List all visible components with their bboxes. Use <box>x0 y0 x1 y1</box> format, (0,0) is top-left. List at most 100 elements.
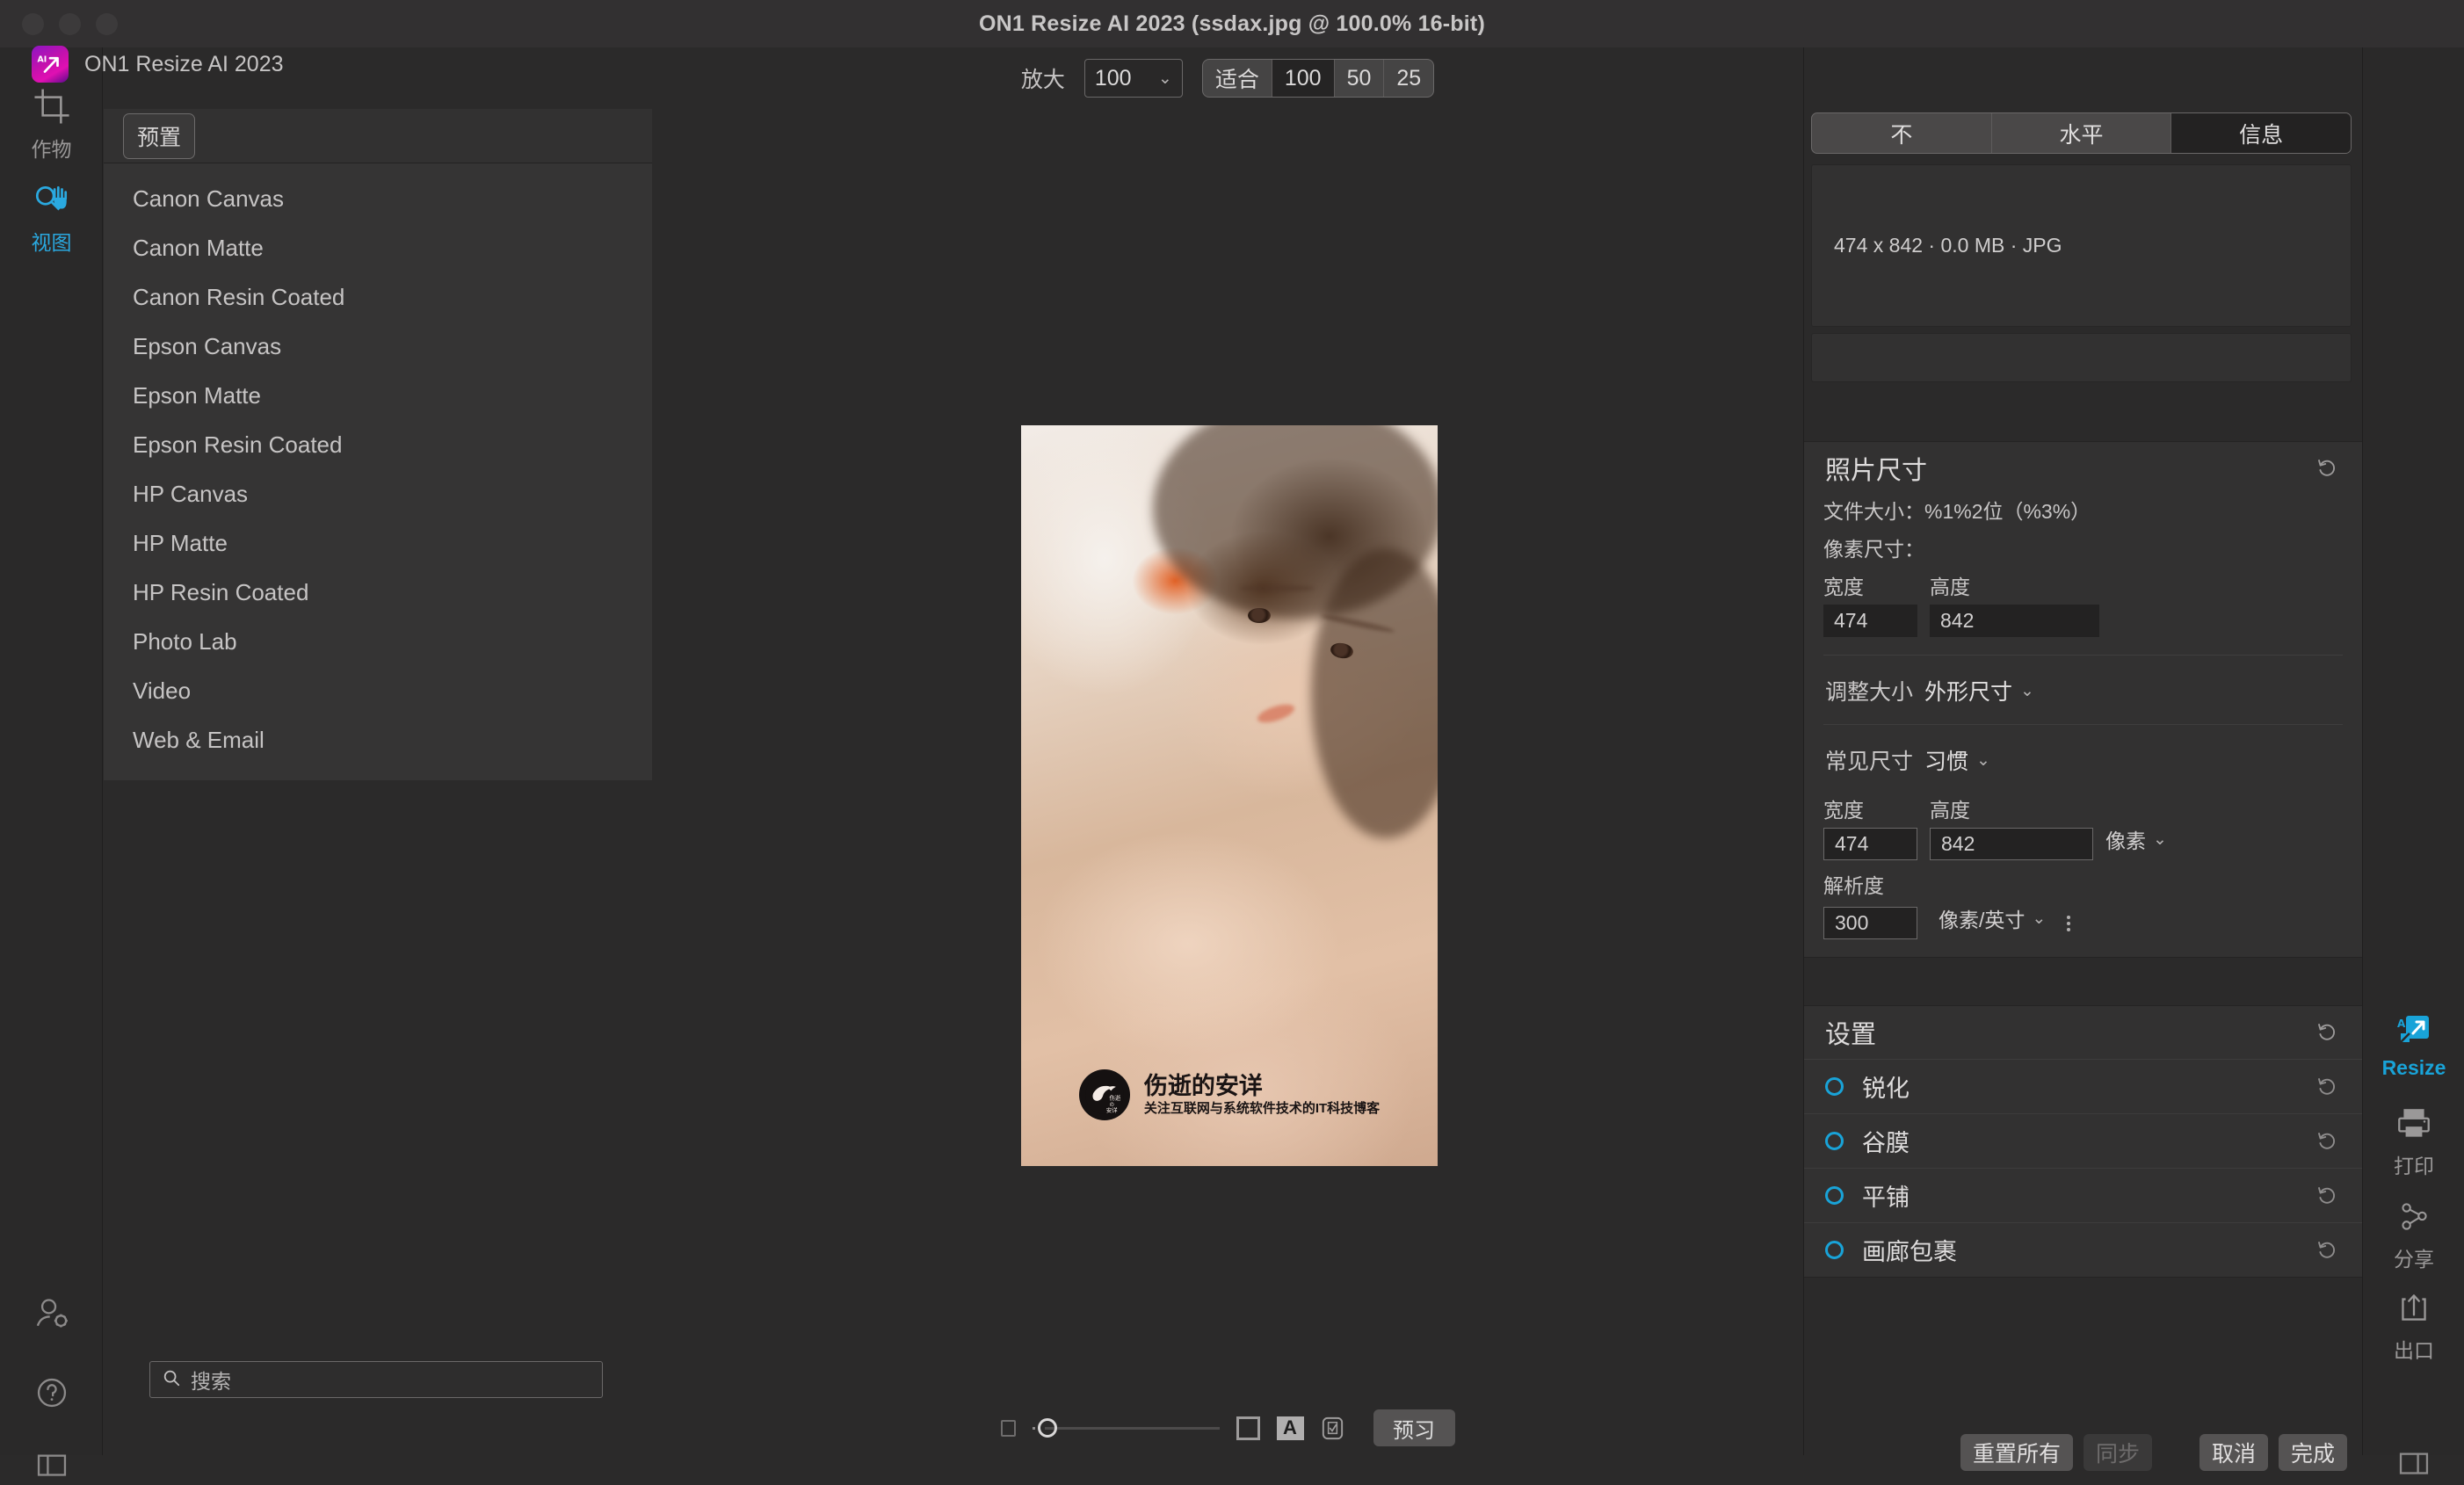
panel-tabs: 不 水平 信息 <box>1811 112 2352 154</box>
setting-label-sharpen: 锐化 <box>1862 1076 1910 1102</box>
zoom-fit-button[interactable]: 适合 <box>1203 60 1272 97</box>
help-button[interactable] <box>0 1373 103 1413</box>
setting-row-film-grain[interactable]: 谷膜 <box>1804 1113 2362 1168</box>
opacity-slider[interactable] <box>1031 1417 1220 1438</box>
resolution-input[interactable]: 300 <box>1823 907 1917 939</box>
output-width-label: 宽度 <box>1823 799 1864 822</box>
revert-icon[interactable] <box>2316 1130 2339 1153</box>
small-square-icon[interactable] <box>1000 1419 1016 1437</box>
sidebar-item-crop-label: 作物 <box>31 138 72 161</box>
app-logo-icon: AI <box>32 46 69 83</box>
user-settings-button[interactable] <box>0 1293 103 1334</box>
resize-mode-value: 外形尺寸 <box>1924 680 2013 705</box>
common-size-select[interactable]: 习惯 ⌄ <box>1924 744 1990 776</box>
sidebar-item-view-label: 视图 <box>31 231 72 254</box>
module-share[interactable]: 分享 <box>2363 1197 2464 1272</box>
tab-none[interactable]: 不 <box>1812 113 1992 153</box>
svg-text:安详: 安详 <box>1106 1105 1118 1113</box>
image-canvas[interactable]: 伤逝 の 安详 伤逝的安详 关注互联网与系统软件技术的IT科技博客 <box>652 109 1803 1401</box>
revert-icon[interactable] <box>2316 1239 2339 1262</box>
list-item[interactable]: Canon Matte <box>104 223 652 272</box>
module-export[interactable]: 出口 <box>2363 1288 2464 1364</box>
output-height-input[interactable]: 842 <box>1930 828 2093 860</box>
list-item[interactable]: HP Resin Coated <box>104 568 652 617</box>
cancel-button[interactable]: 取消 <box>2199 1434 2269 1471</box>
output-width-input[interactable]: 474 <box>1823 828 1917 860</box>
list-item[interactable]: Video <box>104 666 652 715</box>
help-icon <box>32 1373 72 1413</box>
svg-text:伤逝: 伤逝 <box>1109 1094 1120 1102</box>
settings-section: 设置 锐化 谷膜 平铺 画廊包裹 <box>1804 1005 2362 1278</box>
pixel-height-input[interactable]: 842 <box>1930 605 2099 637</box>
photo-size-title: 照片尺寸 <box>1825 457 1928 485</box>
list-item[interactable]: Epson Matte <box>104 371 652 420</box>
list-item[interactable]: Canon Canvas <box>104 174 652 223</box>
checkmark-doc-button[interactable] <box>1319 1415 1346 1442</box>
module-print[interactable]: 打印 <box>2363 1104 2464 1179</box>
toggle-icon[interactable] <box>1825 1241 1844 1259</box>
sync-button[interactable]: 同步 <box>2084 1434 2153 1471</box>
zoom-select[interactable]: 100 ⌄ <box>1083 59 1183 98</box>
tab-horizontal[interactable]: 水平 <box>1992 113 2172 153</box>
slider-tick <box>1032 1426 1035 1430</box>
setting-label-film-grain: 谷膜 <box>1862 1130 1910 1156</box>
presets-button[interactable]: 预置 <box>123 112 196 159</box>
list-item[interactable]: HP Canvas <box>104 469 652 518</box>
zoom-preset-100[interactable]: 100 <box>1272 60 1335 97</box>
resolution-unit-select[interactable]: 像素/英寸 ⌄ <box>1939 903 2046 939</box>
module-resize[interactable]: AI Resize <box>2363 1011 2464 1080</box>
revert-icon[interactable] <box>2316 1184 2339 1207</box>
toggle-icon[interactable] <box>1825 1077 1844 1096</box>
watermark: 伤逝 の 安详 伤逝的安详 关注互联网与系统软件技术的IT科技博客 <box>1021 1069 1438 1120</box>
crop-icon <box>32 86 72 127</box>
reset-all-button[interactable]: 重置所有 <box>1960 1434 2074 1471</box>
module-export-label: 出口 <box>2394 1339 2434 1362</box>
toggle-icon[interactable] <box>1825 1186 1844 1205</box>
list-item[interactable]: Epson Resin Coated <box>104 420 652 469</box>
resize-mode-select[interactable]: 外形尺寸 ⌄ <box>1924 675 2034 706</box>
tab-info[interactable]: 信息 <box>2171 113 2351 153</box>
revert-icon[interactable] <box>2316 1076 2339 1098</box>
photo-preview[interactable]: 伤逝 の 安详 伤逝的安详 关注互联网与系统软件技术的IT科技博客 <box>1021 425 1438 1166</box>
revert-icon[interactable] <box>2316 457 2339 480</box>
panel-footer-buttons: 重置所有 同步 取消 完成 <box>1960 1434 2348 1471</box>
unit-select[interactable]: 像素 ⌄ <box>2105 824 2167 860</box>
search-placeholder: 搜索 <box>191 1370 231 1393</box>
zoom-preset-25[interactable]: 25 <box>1384 60 1433 97</box>
sidebar-item-view[interactable]: 视图 <box>0 179 103 256</box>
list-item[interactable]: Photo Lab <box>104 617 652 666</box>
sidebar-item-crop[interactable]: 作物 <box>0 86 103 163</box>
setting-row-gallery-wrap[interactable]: 画廊包裹 <box>1804 1222 2362 1277</box>
user-settings-icon <box>32 1293 72 1334</box>
list-item[interactable]: Canon Resin Coated <box>104 272 652 322</box>
panel-toggle-button-right[interactable] <box>2363 1443 2464 1483</box>
module-print-label: 打印 <box>2394 1155 2434 1177</box>
resolution-fields: 300 像素/英寸 ⌄ <box>1823 903 2343 939</box>
slider-track[interactable] <box>1044 1426 1220 1430</box>
common-size-label: 常见尺寸 <box>1825 750 1914 774</box>
pixel-size-line: 像素尺寸： <box>1823 538 1924 561</box>
toggle-icon[interactable] <box>1825 1132 1844 1150</box>
pixel-width-input[interactable]: 474 <box>1823 605 1917 637</box>
list-item[interactable]: HP Matte <box>104 518 652 568</box>
canvas-bottom-toolbar: A 预习 <box>652 1401 1803 1455</box>
panel-toggle-icon <box>32 1445 72 1485</box>
zoom-preset-50[interactable]: 50 <box>1335 60 1385 97</box>
revert-icon[interactable] <box>2316 1021 2339 1044</box>
pixel-size-fields: 宽度 474 高度 842 <box>1823 570 2343 637</box>
chevron-down-icon: ⌄ <box>2032 909 2047 928</box>
preview-button[interactable]: 预习 <box>1373 1409 1455 1446</box>
list-item[interactable]: Web & Email <box>104 715 652 764</box>
setting-row-sharpen[interactable]: 锐化 <box>1804 1059 2362 1113</box>
pixel-height-label: 高度 <box>1930 576 1970 598</box>
watermark-text: 伤逝的安详 关注互联网与系统软件技术的IT科技博客 <box>1144 1073 1380 1118</box>
done-button[interactable]: 完成 <box>2279 1434 2348 1471</box>
list-item[interactable]: Epson Canvas <box>104 322 652 371</box>
search-input[interactable]: 搜索 <box>149 1361 603 1398</box>
slider-knob[interactable] <box>1037 1418 1057 1438</box>
square-outline-button[interactable] <box>1235 1415 1262 1442</box>
more-options-icon[interactable] <box>2067 916 2071 931</box>
setting-row-tile[interactable]: 平铺 <box>1804 1168 2362 1222</box>
text-overlay-button[interactable]: A <box>1276 1415 1304 1442</box>
panel-toggle-button-left[interactable] <box>0 1445 103 1485</box>
